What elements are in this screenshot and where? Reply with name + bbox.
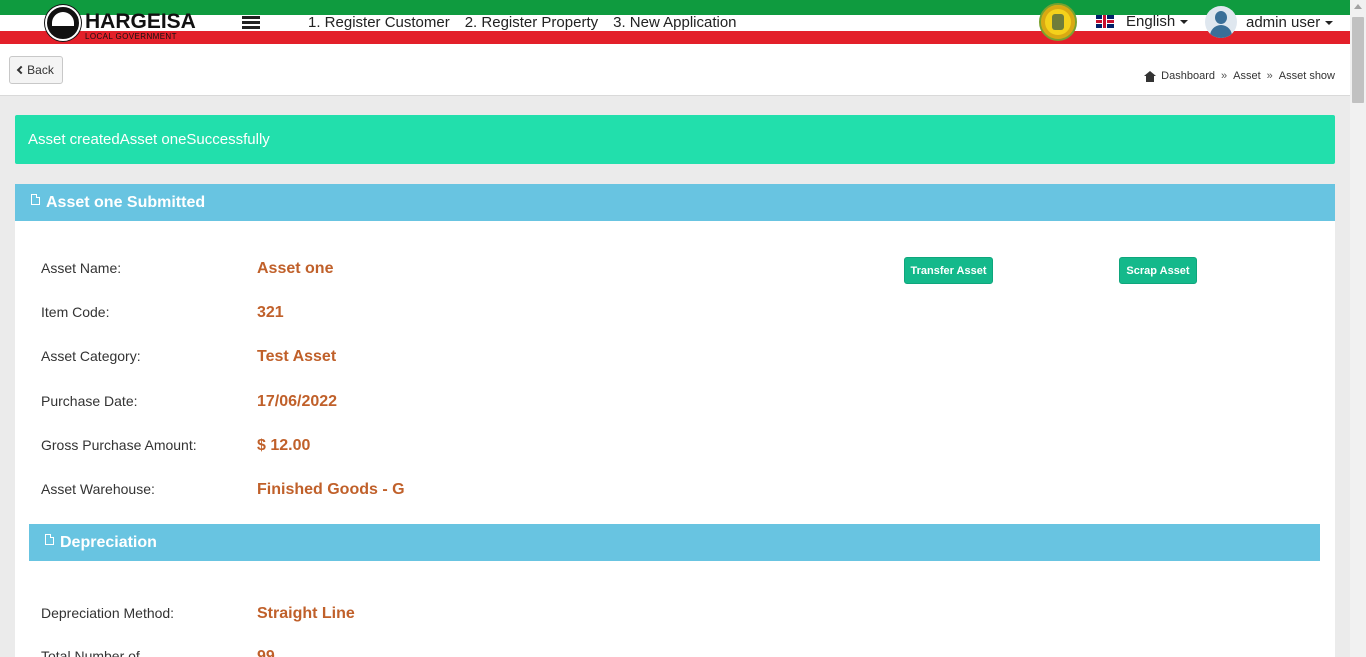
scrap-asset-button[interactable]: Scrap Asset [1119,257,1197,284]
field-value: Straight Line [257,605,355,622]
chevron-left-icon [16,65,26,75]
asset-card: Asset one Submitted Asset Name: Asset on… [15,184,1335,657]
breadcrumb-asset[interactable]: Asset [1233,70,1261,82]
document-icon [45,534,54,545]
field-label: Asset Warehouse: [41,481,155,497]
back-button[interactable]: Back [9,56,63,84]
scroll-up-icon[interactable] [1354,4,1362,9]
language-dropdown[interactable]: English [1096,13,1189,30]
card-header: Asset one Submitted [15,184,1335,221]
nav-register-customer[interactable]: 1. Register Customer [308,14,450,31]
field-label: Asset Category: [41,348,141,364]
field-label: Depreciation Method: [41,605,175,621]
home-icon [1144,70,1157,82]
user-name: admin user [1246,14,1334,31]
logo-emblem-icon [45,5,81,41]
field-label: Gross Purchase Amount: [41,437,197,453]
flag-stripe-red [0,31,1350,44]
field-value: $ 12.00 [257,437,311,454]
top-navbar: HARGEISA LOCAL GOVERNMENT 1. Register Cu… [0,0,1350,47]
brand-logo[interactable]: HARGEISA LOCAL GOVERNMENT [45,3,196,43]
card-title: Asset one Submitted [46,194,206,211]
field-label: Asset Name: [41,260,122,276]
breadcrumb-dashboard[interactable]: Dashboard [1161,70,1215,82]
chevron-down-icon [1180,20,1189,25]
menu-toggle-icon[interactable] [242,16,260,30]
field-label: Total Number of [41,648,140,657]
logo-subtitle: LOCAL GOVERNMENT [85,32,177,41]
breadcrumb-separator: » [1266,70,1273,82]
chevron-down-icon [1325,20,1334,25]
page-scrollbar[interactable] [1350,0,1366,657]
user-menu[interactable]: admin user [1205,6,1334,38]
field-value: Finished Goods - G [257,481,405,498]
depreciation-header: Depreciation [29,524,1320,561]
breadcrumb-separator: » [1220,70,1228,82]
uk-flag-icon [1096,15,1114,28]
depreciation-title: Depreciation [60,534,157,551]
breadcrumb-current: Asset show [1278,70,1335,82]
top-nav: 1. Register Customer 2. Register Propert… [308,14,737,31]
field-value: 17/06/2022 [257,393,338,410]
field-label: Purchase Date: [41,393,138,409]
back-label: Back [27,63,54,77]
breadcrumb: Dashboard » Asset » Asset show [1144,70,1335,82]
coat-of-arms-icon [1039,3,1077,41]
field-value: Test Asset [257,348,337,365]
logo-title: HARGEISA [85,10,196,33]
scroll-thumb[interactable] [1352,17,1364,103]
field-value: 321 [257,304,284,321]
language-label: English [1126,13,1189,30]
nav-new-application[interactable]: 3. New Application [613,14,736,31]
document-icon [31,194,40,205]
field-label: Item Code: [41,304,110,320]
avatar [1205,6,1237,38]
field-value: Asset one [257,260,334,277]
field-value: 99 [257,648,275,657]
nav-register-property[interactable]: 2. Register Property [465,14,598,31]
page-header: Back Dashboard » Asset » Asset show [0,47,1350,96]
transfer-asset-button[interactable]: Transfer Asset [904,257,993,284]
success-alert: Asset createdAsset oneSuccessfully [15,115,1335,164]
